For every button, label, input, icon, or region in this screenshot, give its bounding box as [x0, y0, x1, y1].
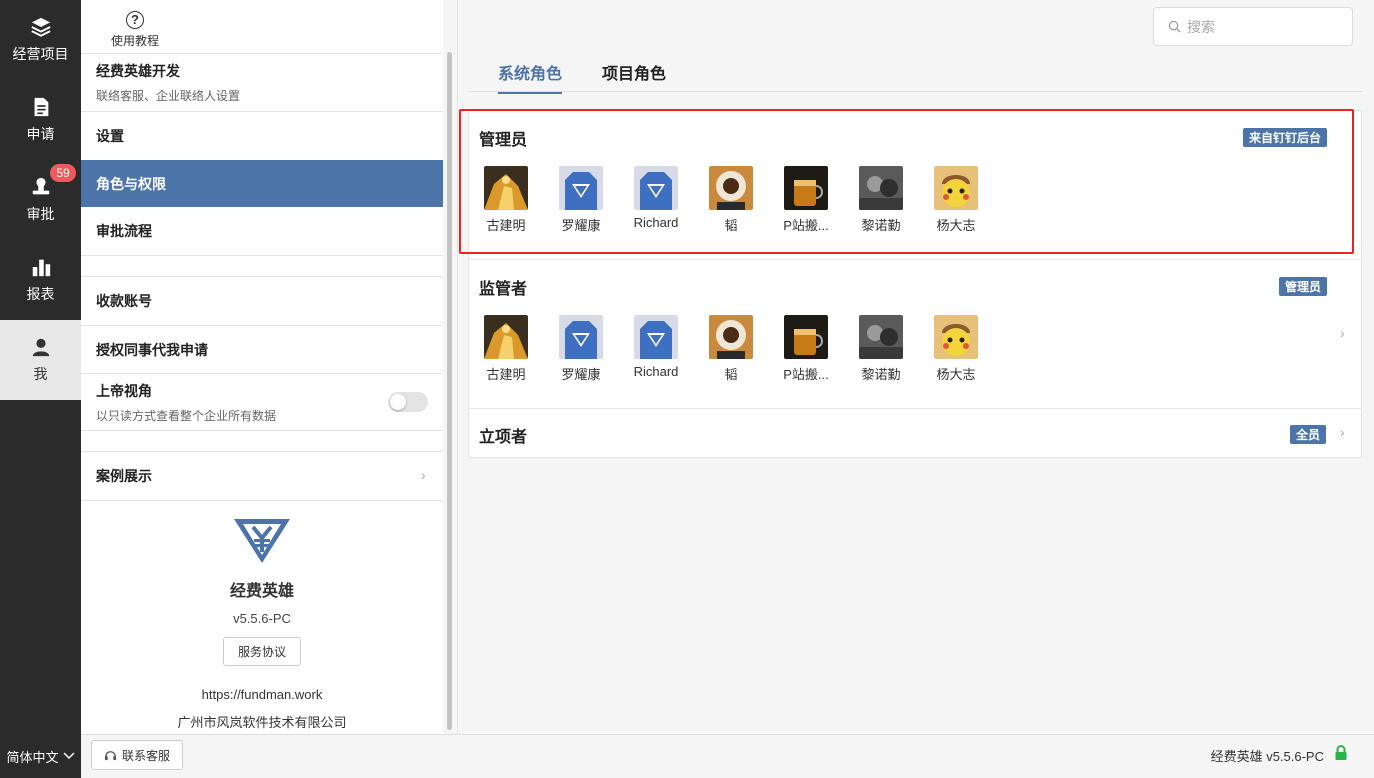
company-name: 广州市风岚软件技术有限公司	[177, 715, 347, 730]
brand-block: 经费英雄 v5.5.6-PC 服务协议 https://fundman.work…	[81, 515, 443, 731]
org-name: 经费英雄开发	[96, 63, 180, 79]
nav-item-projects[interactable]: 经营项目	[0, 0, 81, 80]
member-item[interactable]: 韬	[699, 315, 763, 383]
brand-version: v5.5.6-PC	[233, 611, 291, 626]
avatar	[484, 315, 528, 359]
app-version: 经费英雄 v5.5.6-PC	[1210, 749, 1324, 764]
member-name: 黎诺勤	[861, 367, 901, 382]
avatar	[859, 315, 903, 359]
contact-support-label: 联系客服	[122, 748, 171, 763]
member-name: P站搬...	[783, 367, 829, 382]
search-box[interactable]	[1153, 7, 1353, 46]
divider	[81, 430, 443, 431]
stamp-icon	[32, 177, 49, 195]
avatar	[559, 315, 603, 359]
chevron-down-icon	[62, 752, 75, 760]
brand-name: 经费英雄	[229, 583, 294, 600]
tab-system-roles[interactable]: 系统角色	[498, 60, 563, 94]
nav-label: 我	[33, 366, 48, 382]
payee-account-label: 收款账号	[96, 293, 152, 309]
search-icon	[1168, 20, 1181, 33]
org-subtitle: 联络客服、企业联络人设置	[96, 89, 241, 103]
org-row[interactable]: 经费英雄开发 联络客服、企业联络人设置	[81, 54, 443, 111]
chevron-right-icon[interactable]: ›	[1340, 325, 1345, 341]
member-item[interactable]: Richard	[624, 315, 688, 379]
avatar	[784, 315, 828, 359]
roles-permissions-label: 角色与权限	[96, 175, 166, 192]
contact-support-button[interactable]: 联系客服	[91, 740, 184, 770]
avatar	[709, 315, 753, 359]
nav-item-reports[interactable]: 报表	[0, 240, 81, 320]
payee-account-row[interactable]: 收款账号	[81, 277, 443, 325]
god-view-row: 上帝视角 以只读方式查看整个企业所有数据	[81, 374, 381, 430]
nav-label: 经营项目	[12, 46, 69, 62]
bar-chart-icon	[32, 259, 50, 277]
nav-label: 申请	[26, 126, 55, 142]
settings-label: 设置	[96, 127, 124, 144]
chevron-right-icon: ›	[421, 467, 426, 483]
brand-logo-icon	[234, 519, 290, 563]
role-title-supervisor: 监管者	[479, 281, 528, 298]
member-name: 韬	[724, 367, 738, 382]
authorize-colleague-row[interactable]: 授权同事代我申请	[81, 326, 443, 373]
admin-section-highlight	[459, 109, 1354, 254]
chevron-right-icon[interactable]: ›	[1340, 424, 1345, 440]
nav-item-apply[interactable]: 申请	[0, 80, 81, 160]
member-name: 罗耀康	[561, 367, 601, 382]
member-item[interactable]: 罗耀康	[549, 315, 613, 383]
divider	[469, 259, 1361, 260]
lock-icon	[1335, 745, 1347, 760]
authorize-colleague-label: 授权同事代我申请	[96, 341, 208, 358]
god-view-toggle[interactable]	[388, 392, 428, 412]
service-agreement-button[interactable]: 服务协议	[222, 637, 301, 666]
nav-label: 审批	[26, 206, 55, 222]
headset-icon	[104, 750, 117, 760]
member-item[interactable]: P站搬...	[774, 315, 838, 383]
avatar	[634, 315, 678, 359]
settings-row[interactable]: 设置	[81, 112, 443, 159]
tutorial-label: 使用教程	[110, 34, 159, 48]
divider	[81, 500, 443, 501]
cases-label: 案例展示	[96, 468, 152, 484]
tab-project-roles[interactable]: 项目角色	[602, 60, 666, 92]
member-name: 杨大志	[936, 367, 976, 382]
member-item[interactable]: 杨大志	[924, 315, 988, 383]
role-title-project-creator: 立项者	[479, 429, 528, 446]
member-item[interactable]: 黎诺勤	[849, 315, 913, 383]
column-divider	[457, 0, 458, 734]
approval-count-badge: 59	[50, 164, 76, 182]
role-source-tag: 全员	[1290, 425, 1327, 444]
language-selector[interactable]: 简体中文	[0, 734, 81, 778]
divider	[469, 408, 1361, 409]
divider	[81, 255, 443, 256]
god-view-subtitle: 以只读方式查看整个企业所有数据	[96, 408, 277, 423]
toggle-knob	[390, 394, 406, 410]
help-icon: ?	[126, 11, 144, 29]
layers-icon	[30, 17, 51, 37]
cases-row[interactable]: 案例展示	[81, 452, 443, 500]
approval-flow-row[interactable]: 审批流程	[81, 207, 443, 254]
avatar	[934, 315, 978, 359]
nav-item-me[interactable]: 我	[0, 320, 81, 400]
god-view-label: 上帝视角	[96, 382, 152, 399]
tab-underline-track	[468, 91, 1362, 92]
member-item[interactable]: 古建明	[474, 315, 538, 383]
member-name: Richard	[633, 364, 679, 379]
role-source-tag: 管理员	[1279, 277, 1328, 296]
search-input[interactable]	[1187, 18, 1337, 35]
website-link[interactable]: https://fundman.work	[81, 687, 443, 702]
status-bar	[0, 734, 1374, 778]
settings-scrollbar[interactable]	[447, 52, 452, 730]
user-icon	[32, 338, 49, 357]
approval-flow-label: 审批流程	[96, 222, 152, 239]
nav-label: 报表	[26, 286, 55, 302]
roles-permissions-row[interactable]: 角色与权限	[81, 160, 443, 207]
document-icon	[34, 97, 48, 117]
language-label: 简体中文	[6, 749, 59, 765]
member-name: 古建明	[486, 367, 526, 382]
tutorial-button[interactable]: ? 使用教程	[110, 11, 160, 49]
